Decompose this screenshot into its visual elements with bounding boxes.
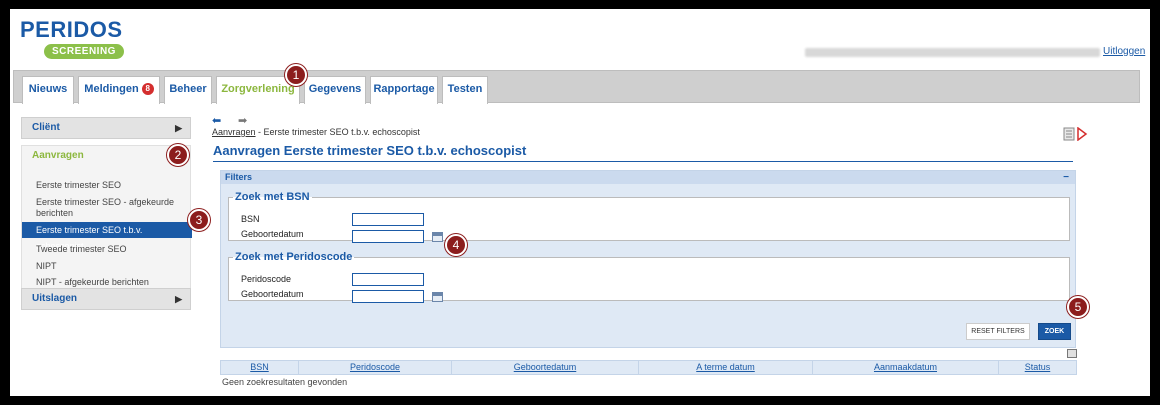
bsn-dob-label: Geboortedatum: [241, 229, 304, 239]
search-button[interactable]: ZOEK: [1038, 323, 1071, 340]
peridos-logo: PERIDOS SCREENING: [20, 19, 124, 59]
table-settings-icon[interactable]: [1067, 349, 1077, 358]
callout-marker: 3: [188, 209, 210, 231]
tab-label: Beheer: [169, 83, 207, 95]
app-frame: PERIDOS SCREENING Uitloggen Nieuws Meldi…: [10, 9, 1150, 396]
tab-gegevens[interactable]: Gegevens: [304, 76, 366, 104]
main-tabbar: Nieuws Meldingen 8 Beheer Zorgverlening G…: [13, 70, 1140, 104]
tab-label: Gegevens: [308, 83, 362, 95]
logo-text: PERIDOS: [20, 17, 123, 42]
logout-link[interactable]: Uitloggen: [1103, 46, 1145, 57]
peridoscode-search-group: Zoek met Peridoscode Peridoscode Geboort…: [228, 251, 1070, 303]
reset-filters-button[interactable]: RESET FILTERS: [966, 323, 1030, 340]
tab-rapportage[interactable]: Rapportage: [370, 76, 438, 104]
tab-testen[interactable]: Testen: [442, 76, 488, 104]
peridoscode-group-legend: Zoek met Peridoscode: [235, 251, 353, 263]
sidebar-section-client[interactable]: Cliënt ▶: [21, 117, 191, 139]
export-icons: [1063, 126, 1089, 142]
bsn-label: BSN: [241, 214, 260, 224]
sidebar-section-aanvragen: Aanvragen Eerste trimester SEO Eerste tr…: [21, 145, 192, 310]
sidebar-item[interactable]: NIPT: [22, 261, 192, 272]
chevron-right-icon: ▶: [175, 123, 182, 133]
column-header-peridoscode[interactable]: Peridoscode: [299, 361, 452, 374]
tab-label: Meldingen: [84, 83, 139, 95]
column-header-geboortedatum[interactable]: Geboortedatum: [452, 361, 639, 374]
bsn-input[interactable]: [352, 213, 424, 226]
notification-badge: 8: [141, 83, 154, 95]
sidebar-item-active[interactable]: Eerste trimester SEO t.b.v. echoscopist: [22, 222, 192, 251]
peridoscode-input[interactable]: [352, 273, 424, 286]
column-header-aanmaakdatum[interactable]: Aanmaakdatum: [813, 361, 999, 374]
sidebar-item[interactable]: Eerste trimester SEO: [22, 180, 192, 191]
sidebar-item[interactable]: Eerste trimester SEO - afgekeurde berich…: [22, 197, 192, 219]
back-arrow-icon[interactable]: ⬅: [212, 114, 221, 127]
peridoscode-dob-input[interactable]: [352, 290, 424, 303]
tab-label: Rapportage: [373, 83, 435, 95]
bsn-dob-input[interactable]: [352, 230, 424, 243]
tab-label: Zorgverlening: [221, 83, 295, 95]
forward-arrow-icon[interactable]: ➡: [238, 114, 247, 127]
callout-marker: 2: [167, 144, 189, 166]
breadcrumb: Aanvragen - Eerste trimester SEO t.b.v. …: [212, 127, 420, 137]
tab-beheer[interactable]: Beheer: [164, 76, 212, 104]
sidebar-item[interactable]: NIPT - afgekeurde berichten: [22, 277, 192, 288]
page-title: Aanvragen Eerste trimester SEO t.b.v. ec…: [213, 143, 527, 158]
callout-marker: 4: [445, 234, 467, 256]
chevron-right-icon: ▶: [175, 294, 182, 304]
title-divider: [213, 161, 1073, 162]
filters-header[interactable]: Filters −: [221, 171, 1075, 184]
calendar-icon[interactable]: [432, 232, 443, 242]
sidebar-item[interactable]: Tweede trimester SEO: [22, 244, 192, 255]
column-header-aterme[interactable]: A terme datum: [639, 361, 813, 374]
peridoscode-dob-label: Geboortedatum: [241, 289, 304, 299]
tab-label: Testen: [447, 83, 483, 95]
bsn-group-legend: Zoek met BSN: [235, 191, 310, 203]
column-header-status[interactable]: Status: [999, 361, 1076, 374]
peridoscode-label: Peridoscode: [241, 274, 292, 284]
filters-panel: Filters − Zoek met BSN BSN Geboortedatum…: [220, 170, 1076, 348]
results-table-header: BSN Peridoscode Geboortedatum A terme da…: [220, 360, 1077, 375]
collapse-icon[interactable]: −: [1063, 171, 1069, 184]
export-excel-pdf-icon[interactable]: [1063, 126, 1089, 142]
filters-title: Filters: [225, 172, 253, 182]
user-info-blurred: [805, 48, 1100, 57]
tab-nieuws[interactable]: Nieuws: [22, 76, 74, 104]
column-header-bsn[interactable]: BSN: [221, 361, 299, 374]
tab-meldingen[interactable]: Meldingen 8: [78, 76, 160, 104]
bsn-search-group: Zoek met BSN BSN Geboortedatum: [228, 191, 1070, 243]
callout-marker: 5: [1067, 296, 1089, 318]
logo-subtext: SCREENING: [44, 44, 124, 59]
sidebar-section-label: Uitslagen: [32, 293, 78, 304]
sidebar-section-uitslagen[interactable]: Uitslagen ▶: [21, 288, 191, 310]
calendar-icon[interactable]: [432, 292, 443, 302]
no-results-message: Geen zoekresultaten gevonden: [222, 377, 348, 387]
tab-label: Nieuws: [28, 83, 68, 95]
sidebar-section-label: Cliënt: [32, 122, 60, 133]
breadcrumb-link[interactable]: Aanvragen: [212, 127, 256, 137]
sidebar-section-title[interactable]: Aanvragen: [32, 150, 84, 161]
callout-marker: 1: [285, 64, 307, 86]
breadcrumb-current: - Eerste trimester SEO t.b.v. echoscopis…: [255, 127, 420, 137]
